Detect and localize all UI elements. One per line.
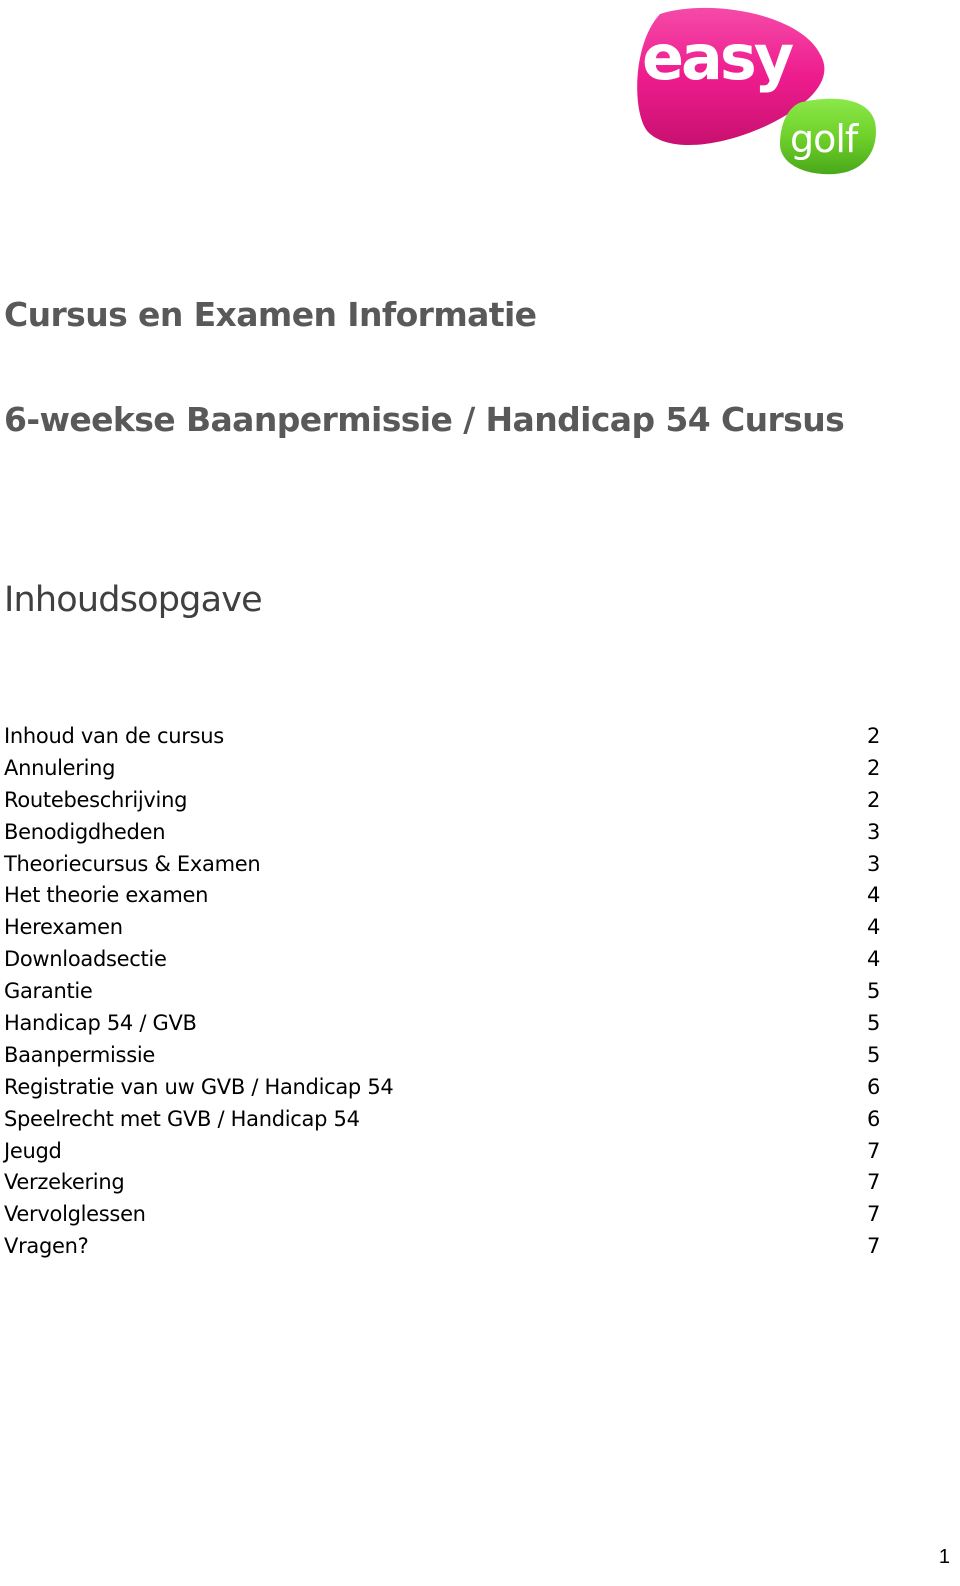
toc-entry-page: 7	[866, 1138, 880, 1163]
toc-entry-label: Inhoud van de cursus	[4, 724, 224, 748]
toc-entry-page: 4	[866, 915, 880, 940]
toc-entry-label: Baanpermissie	[4, 1042, 155, 1067]
logo-graphic: easy golf	[637, 7, 876, 175]
toc-entry-label: Downloadsectie	[4, 947, 167, 972]
toc-entry[interactable]: Baanpermissie 5	[4, 1043, 880, 1075]
toc-entry[interactable]: Speelrecht met GVB / Handicap 54 6	[4, 1107, 880, 1139]
toc-entry[interactable]: Herexamen 4	[4, 915, 880, 947]
toc-entry-page: 3	[866, 851, 880, 876]
toc-entry-page: 7	[866, 1170, 880, 1195]
toc-entry[interactable]: Vervolglessen 7	[4, 1202, 880, 1234]
toc-entry-label: Vragen?	[4, 1234, 89, 1259]
toc-entry-label: Garantie	[4, 979, 93, 1004]
logo-word-golf: golf	[790, 117, 860, 161]
toc-entry-label: Speelrecht met GVB / Handicap 54	[4, 1106, 360, 1131]
toc-entry[interactable]: Routebeschrijving 2	[4, 788, 880, 820]
toc-entry[interactable]: Benodigdheden 3	[4, 820, 880, 852]
toc-entry[interactable]: Garantie 5	[4, 979, 880, 1011]
toc-entry-label: Benodigdheden	[4, 819, 166, 844]
toc-entry[interactable]: Handicap 54 / GVB 5	[4, 1011, 880, 1043]
toc-entry-label: Verzekering	[4, 1170, 125, 1195]
toc-entry[interactable]: Annulering 2	[4, 756, 880, 788]
easy-golf-logo: easy golf	[630, 4, 880, 179]
document-title: Cursus en Examen Informatie	[4, 295, 537, 334]
toc-entry[interactable]: Verzekering 7	[4, 1170, 880, 1202]
toc-entry[interactable]: Vragen? 7	[4, 1234, 880, 1266]
toc-entry-page: 6	[866, 1106, 880, 1131]
toc-entry-page: 2	[866, 724, 880, 748]
toc-entry-label: Vervolglessen	[4, 1202, 146, 1227]
toc-entry[interactable]: Downloadsectie 4	[4, 947, 880, 979]
toc-entry[interactable]: Theoriecursus & Examen 3	[4, 852, 880, 884]
toc-entry[interactable]: Registratie van uw GVB / Handicap 54 6	[4, 1075, 880, 1107]
toc-entry-page: 2	[866, 755, 880, 780]
toc-entry-label: Jeugd	[4, 1138, 62, 1163]
toc-entry-label: Theoriecursus & Examen	[4, 851, 261, 876]
toc-entry[interactable]: Het theorie examen 4	[4, 883, 880, 915]
toc-entry-page: 7	[866, 1202, 880, 1227]
toc-entry-page: 6	[866, 1074, 880, 1099]
toc-entry-label: Annulering	[4, 755, 116, 780]
toc-entry-page: 5	[866, 979, 880, 1004]
toc-entry-label: Handicap 54 / GVB	[4, 1011, 197, 1036]
toc-heading: Inhoudsopgave	[4, 580, 263, 620]
toc-entry-page: 5	[866, 1042, 880, 1067]
logo-word-easy: easy	[642, 21, 794, 94]
toc-entry-page: 3	[866, 819, 880, 844]
toc-entry-page: 7	[866, 1234, 880, 1259]
table-of-contents: Inhoud van de cursus 2 Annulering 2 Routebes…	[4, 724, 880, 1266]
toc-entry-label: Routebeschrijving	[4, 787, 188, 812]
toc-entry-page: 2	[866, 787, 880, 812]
toc-entry-label: Registratie van uw GVB / Handicap 54	[4, 1074, 394, 1099]
toc-entry-page: 5	[866, 1011, 880, 1036]
toc-entry[interactable]: Inhoud van de cursus 2	[4, 724, 880, 756]
toc-entry-label: Herexamen	[4, 915, 123, 940]
page-number: 1	[938, 1546, 950, 1568]
toc-entry-page: 4	[866, 947, 880, 972]
toc-entry-page: 4	[866, 883, 880, 908]
toc-entry-label: Het theorie examen	[4, 883, 209, 908]
document-subtitle: 6-weekse Baanpermissie / Handicap 54 Cur…	[4, 400, 845, 439]
toc-entry[interactable]: Jeugd 7	[4, 1139, 880, 1171]
